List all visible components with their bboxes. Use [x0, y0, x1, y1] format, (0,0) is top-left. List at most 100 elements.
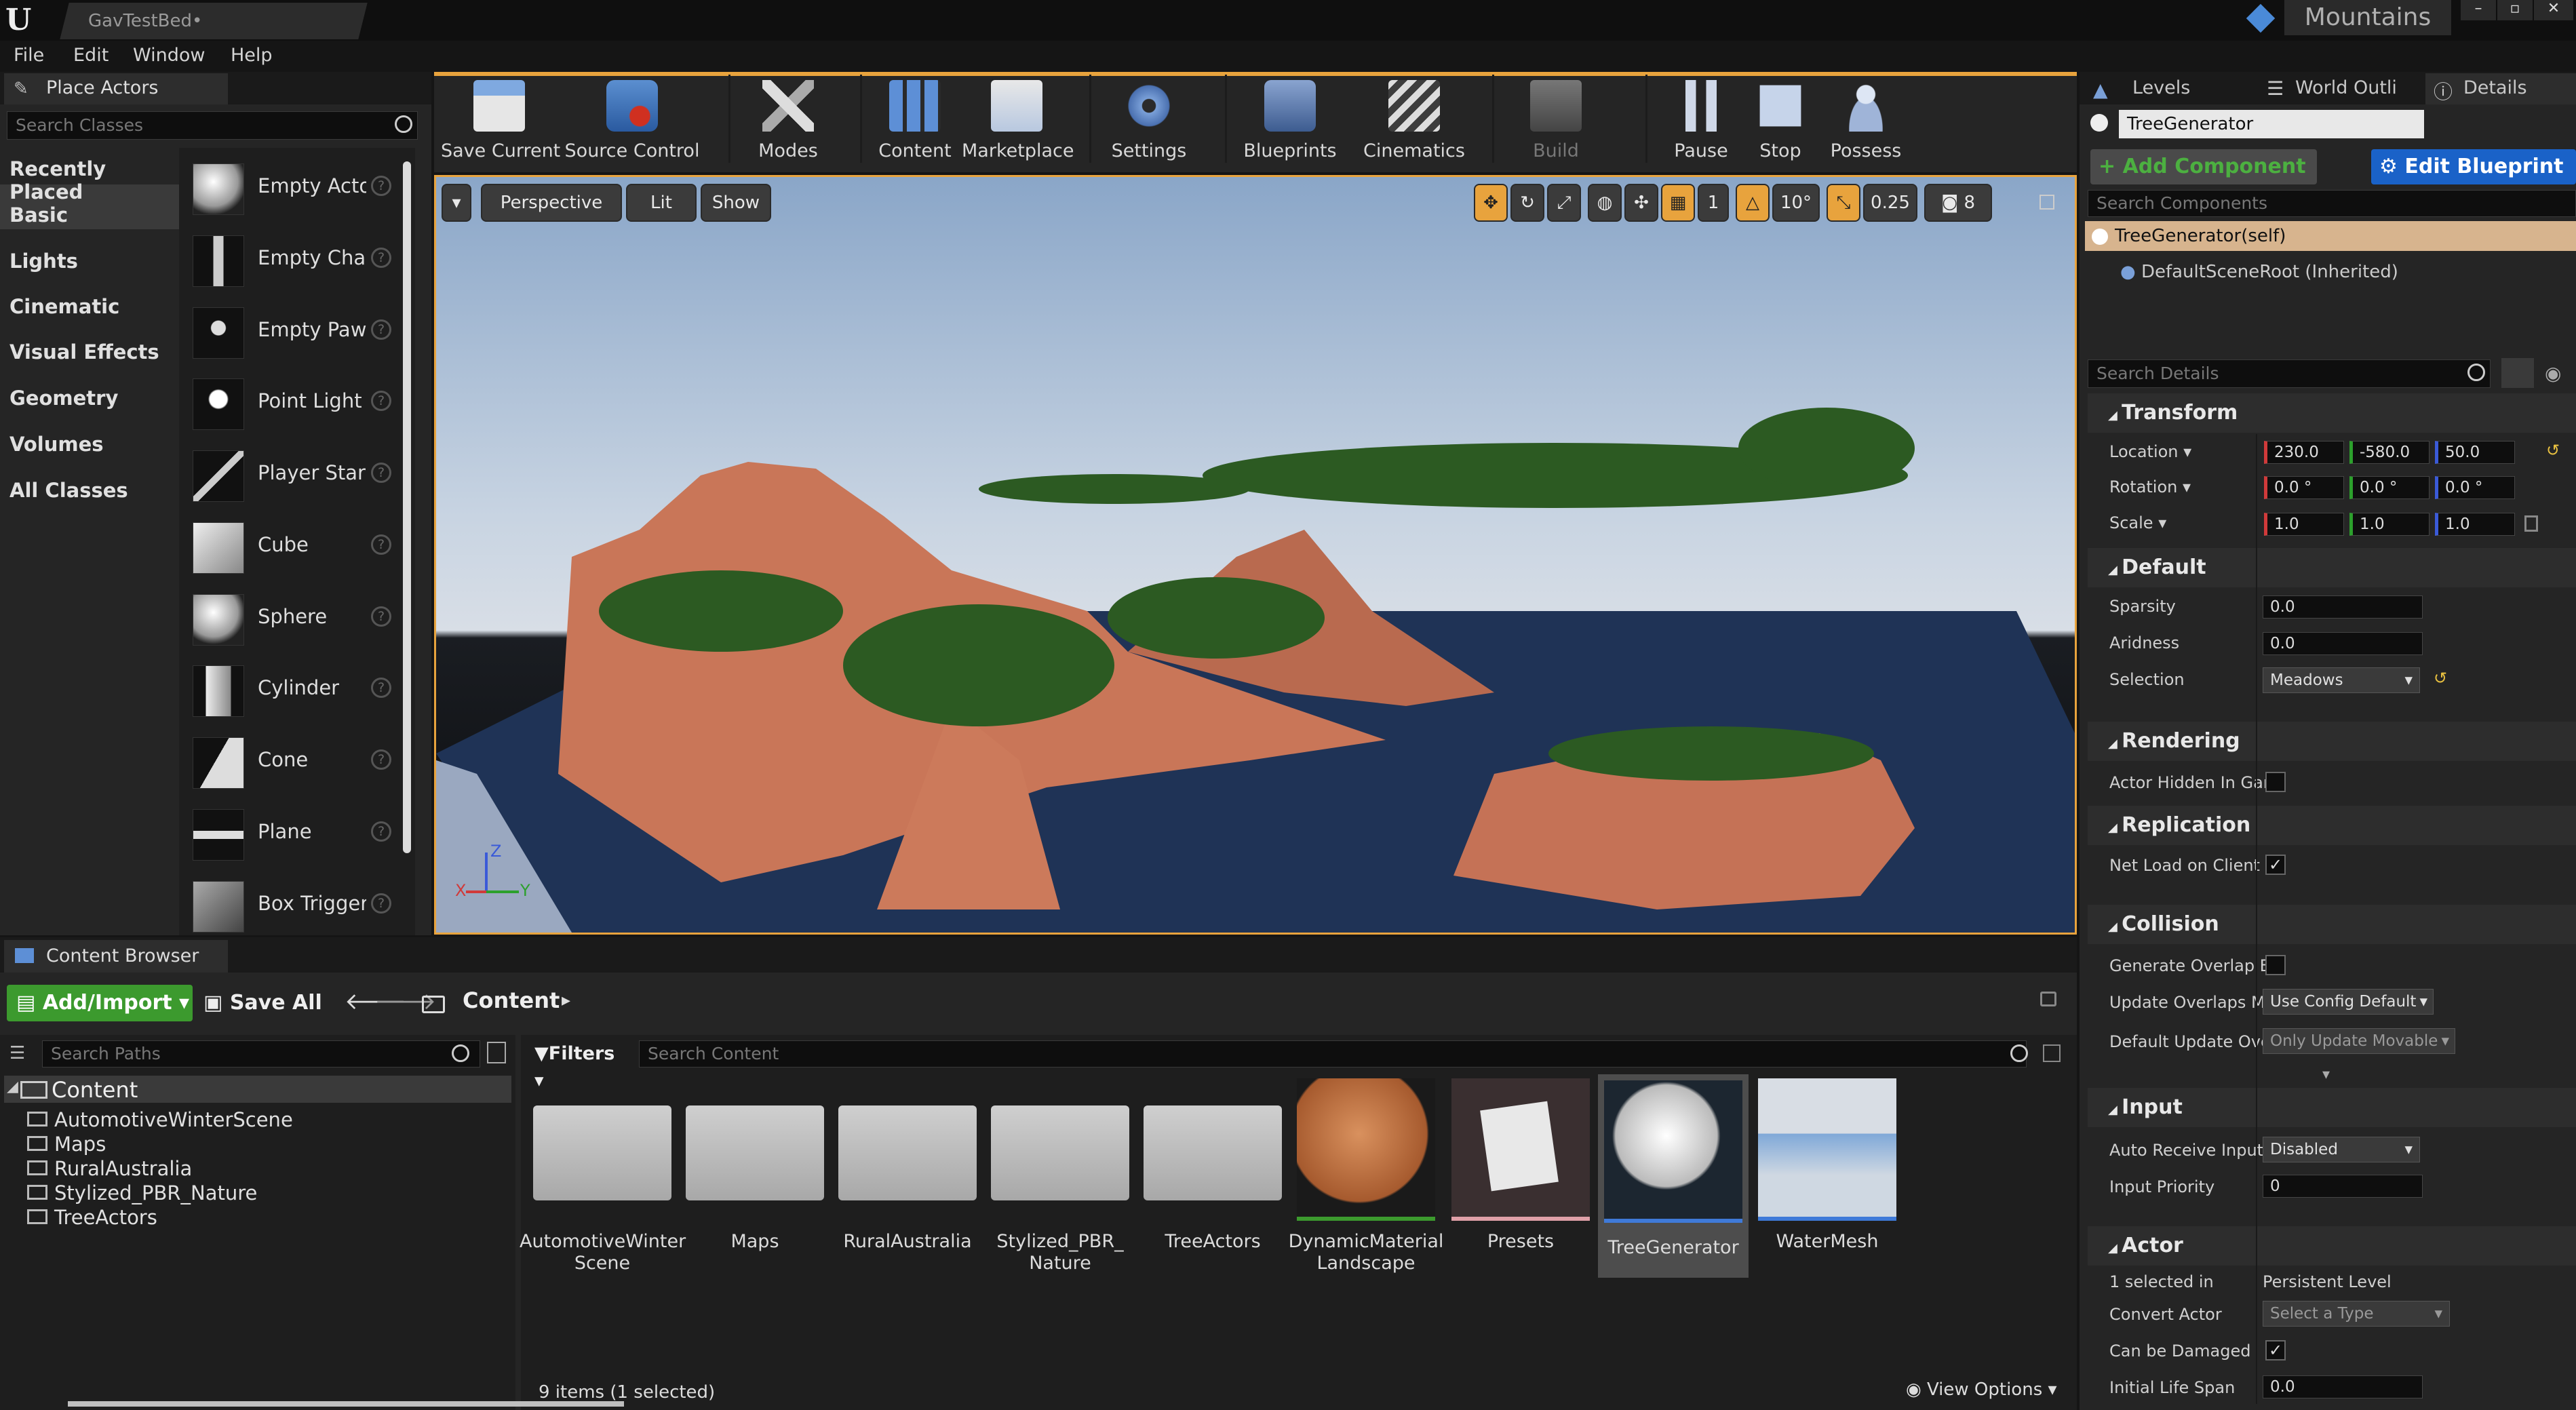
- search-content-input[interactable]: Search Content: [639, 1040, 2027, 1068]
- content-button[interactable]: Content: [875, 75, 955, 170]
- component-self-row[interactable]: TreeGenerator(self): [2085, 221, 2576, 251]
- grid-snap-value[interactable]: 1: [1698, 184, 1729, 222]
- scale-lock-icon[interactable]: [2524, 515, 2538, 532]
- actor-item-point-light[interactable]: Point Light?: [183, 369, 397, 437]
- blueprints-button[interactable]: Blueprints: [1240, 75, 1340, 170]
- menu-window[interactable]: Window: [133, 45, 205, 66]
- actor-name-field[interactable]: TreeGenerator: [2119, 110, 2424, 138]
- reset-to-default-icon[interactable]: ↺: [2546, 441, 2560, 460]
- modes-button[interactable]: Modes: [746, 75, 830, 170]
- default-update-dropdown[interactable]: Only Update Movable ▾: [2263, 1028, 2455, 1054]
- scale-tool-icon[interactable]: ⤢: [1547, 184, 1581, 222]
- location-y-field[interactable]: -580.0: [2349, 441, 2429, 464]
- rotate-tool-icon[interactable]: ↻: [1510, 184, 1544, 222]
- camera-speed-button[interactable]: ◙ 8: [1924, 184, 1992, 222]
- help-icon[interactable]: ?: [371, 606, 391, 627]
- lit-button[interactable]: Lit: [626, 184, 697, 222]
- stop-button[interactable]: Stop: [1743, 75, 1818, 170]
- rotation-z-field[interactable]: 0.0 °: [2435, 476, 2515, 499]
- marketplace-button[interactable]: Marketplace: [962, 75, 1074, 170]
- section-replication[interactable]: ◢ Replication: [2088, 806, 2576, 845]
- auto-receive-dropdown[interactable]: Disabled ▾: [2263, 1137, 2420, 1162]
- rotation-x-field[interactable]: 0.0 °: [2264, 476, 2344, 499]
- tab-levels[interactable]: ▲ Levels: [2084, 73, 2233, 104]
- actor-item-cube[interactable]: Cube?: [183, 513, 397, 581]
- viewport-options-button[interactable]: ▾: [442, 184, 471, 222]
- actor-item-empty-actor[interactable]: Empty Acto?: [183, 154, 397, 222]
- scale-snap-value[interactable]: 0.25: [1863, 184, 1917, 222]
- add-component-button[interactable]: + Add Component ▾: [2090, 149, 2317, 214]
- source-control-button[interactable]: Source Control: [564, 75, 700, 170]
- actor-item-cone[interactable]: Cone?: [183, 728, 397, 796]
- perspective-button[interactable]: Perspective: [481, 184, 622, 222]
- reset-to-default-icon[interactable]: ↺: [2434, 669, 2447, 688]
- scale-label[interactable]: Scale ▾: [2109, 513, 2166, 532]
- net-load-checkbox[interactable]: ✓: [2265, 855, 2286, 875]
- help-icon[interactable]: ?: [371, 391, 391, 411]
- section-input[interactable]: ◢ Input: [2088, 1088, 2576, 1127]
- rotation-snap-value[interactable]: 10°: [1772, 184, 1820, 222]
- save-current-button[interactable]: Save Current: [441, 75, 560, 170]
- scale-x-field[interactable]: 1.0: [2264, 513, 2344, 536]
- show-button[interactable]: Show: [701, 184, 771, 222]
- tree-item-ruralaustralia[interactable]: RuralAustralia: [27, 1157, 192, 1180]
- close-button[interactable]: ✕: [2534, 0, 2573, 20]
- help-icon[interactable]: ?: [371, 821, 391, 842]
- rotation-y-field[interactable]: 0.0 °: [2349, 476, 2429, 499]
- help-icon[interactable]: ?: [371, 893, 391, 914]
- tree-root-row[interactable]: ◢ Content: [4, 1076, 511, 1103]
- unreal-logo-icon[interactable]: U: [5, 3, 37, 37]
- build-button[interactable]: Build: [1507, 75, 1605, 170]
- generate-overlap-checkbox[interactable]: [2265, 955, 2286, 975]
- breadcrumb-chevron-icon[interactable]: ▸: [562, 990, 570, 1011]
- tree-item-treeactors[interactable]: TreeActors: [27, 1206, 157, 1229]
- rotation-label[interactable]: Rotation ▾: [2109, 477, 2191, 496]
- scale-z-field[interactable]: 1.0: [2435, 513, 2515, 536]
- aridness-field[interactable]: 0.0: [2263, 632, 2423, 655]
- possess-button[interactable]: Possess: [1823, 75, 1909, 170]
- tree-item-maps[interactable]: Maps: [27, 1133, 106, 1156]
- location-x-field[interactable]: 230.0: [2264, 441, 2344, 464]
- level-tab[interactable]: GavTestBed•: [60, 3, 368, 39]
- filters-button[interactable]: ▼Filters ▾: [534, 1040, 625, 1091]
- expand-arrow-icon[interactable]: ◢: [7, 1078, 18, 1095]
- save-all-button[interactable]: ▣ Save All: [203, 985, 326, 1021]
- search-details-input[interactable]: Search Details: [2088, 359, 2491, 388]
- help-icon[interactable]: ?: [371, 534, 391, 555]
- menu-edit[interactable]: Edit: [73, 45, 109, 66]
- view-options-button[interactable]: ◉ View Options ▾: [1906, 1379, 2057, 1400]
- save-search-icon[interactable]: [2043, 1044, 2061, 1062]
- section-default[interactable]: ◢ Default: [2088, 548, 2576, 587]
- tree-toggle-icon[interactable]: ☰: [9, 1043, 25, 1063]
- category-volumes[interactable]: Volumes: [9, 433, 104, 456]
- maximize-button[interactable]: ▫: [2497, 0, 2533, 20]
- paths-options-icon[interactable]: [487, 1042, 506, 1063]
- location-z-field[interactable]: 50.0: [2435, 441, 2515, 464]
- sparsity-field[interactable]: 0.0: [2263, 595, 2423, 619]
- lock-icon[interactable]: [2040, 992, 2056, 1006]
- can-be-damaged-checkbox[interactable]: ✓: [2265, 1340, 2286, 1360]
- category-geometry[interactable]: Geometry: [9, 387, 118, 410]
- section-transform[interactable]: ◢ Transform: [2088, 393, 2576, 433]
- edit-blueprint-button[interactable]: ⚙ Edit Blueprint ▾: [2371, 149, 2576, 214]
- section-actor[interactable]: ◢ Actor: [2088, 1226, 2576, 1266]
- tree-item-automotivewinterscene[interactable]: AutomotiveWinterScene: [27, 1108, 293, 1131]
- category-visual-effects[interactable]: Visual Effects: [9, 340, 159, 364]
- cinematics-button[interactable]: Cinematics: [1363, 75, 1465, 170]
- help-icon[interactable]: ?: [371, 319, 391, 340]
- search-classes-input[interactable]: Search Classes: [7, 111, 418, 140]
- location-label[interactable]: Location ▾: [2109, 442, 2191, 461]
- add-import-button[interactable]: ▤ Add/Import ▾: [7, 985, 193, 1021]
- eye-icon[interactable]: ◉: [2545, 362, 2561, 385]
- translate-tool-icon[interactable]: ✥: [1474, 184, 1508, 222]
- rotation-snap-icon[interactable]: △: [1736, 184, 1770, 222]
- search-components-input[interactable]: Search Components: [2088, 190, 2576, 217]
- pause-button[interactable]: Pause: [1660, 75, 1742, 170]
- help-icon[interactable]: ?: [371, 248, 391, 268]
- actor-list-scrollbar[interactable]: [403, 161, 411, 853]
- advanced-expand-icon[interactable]: ▾: [2322, 1066, 2330, 1083]
- actor-hidden-checkbox[interactable]: [2265, 772, 2286, 792]
- help-icon[interactable]: ?: [371, 678, 391, 698]
- actor-item-plane[interactable]: Plane?: [183, 800, 397, 867]
- content-browser-tab[interactable]: Content Browser: [4, 940, 228, 973]
